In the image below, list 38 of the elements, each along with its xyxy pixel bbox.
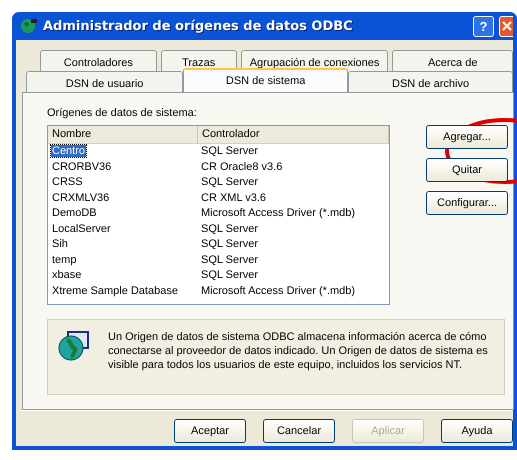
dialog-button[interactable]: Aceptar xyxy=(174,419,246,443)
info-text: Un Origen de datos de sistema ODBC almacena información acerca de cómo conectarse al proveedor de datos indicado. Un Origen de datos de sistema es visible para todos los usuarios de este equipo, incluidos los servicios NT. xyxy=(108,330,488,373)
close-button[interactable] xyxy=(499,16,513,36)
list-cell-text: Microsoft Access Driver (*.mdb) xyxy=(200,284,356,298)
tab[interactable]: DSN de sistema xyxy=(183,68,348,92)
dialog-button[interactable]: Ayuda xyxy=(441,419,513,443)
window-title: Administrador de orígenes de datos ODBC xyxy=(43,18,354,34)
list-item[interactable]: Sih xyxy=(51,238,69,250)
list-item[interactable]: Centro xyxy=(51,145,86,157)
data-source-list[interactable] xyxy=(47,125,390,305)
list-cell-text: SQL Server xyxy=(200,237,260,252)
column-header[interactable]: Controlador xyxy=(198,126,389,143)
list-cell-text: CR XML v3.6 xyxy=(200,190,268,206)
list-item[interactable]: CRSS xyxy=(51,176,84,188)
list-item[interactable]: LocalServer xyxy=(51,222,112,234)
column-header[interactable]: Nombre xyxy=(48,126,198,143)
dialog-button[interactable]: Quitar xyxy=(426,158,508,182)
list-cell-text: SQL Server xyxy=(200,222,260,236)
dialog-button[interactable]: Configurar... xyxy=(426,191,508,215)
list-cell-text: SQL Server xyxy=(200,252,260,268)
dialog-button[interactable]: Agregar... xyxy=(426,125,508,149)
list-item[interactable]: DemoDB xyxy=(51,207,98,219)
list-item[interactable]: Xtreme Sample Database xyxy=(51,284,179,296)
list-cell-text: SQL Server xyxy=(200,144,260,159)
list-cell-text: SQL Server xyxy=(200,268,260,283)
globe-icon xyxy=(20,18,38,34)
close-icon xyxy=(502,21,512,31)
list-item[interactable]: temp xyxy=(51,254,78,266)
help-button[interactable]: ? xyxy=(473,16,494,36)
list-label: Orígenes de datos de sistema: xyxy=(47,107,198,119)
list-cell-text: SQL Server xyxy=(200,175,260,190)
list-item[interactable]: CRXMLV36 xyxy=(51,192,110,204)
list-item[interactable]: xbase xyxy=(51,269,82,281)
list-cell-text: Microsoft Access Driver (*.mdb) xyxy=(200,206,356,221)
list-cell-text: CR Oracle8 v3.6 xyxy=(200,160,284,174)
list-item[interactable]: CRORBV36 xyxy=(51,160,112,172)
dialog-button[interactable]: Cancelar xyxy=(263,419,335,443)
globe-icon xyxy=(58,330,90,362)
